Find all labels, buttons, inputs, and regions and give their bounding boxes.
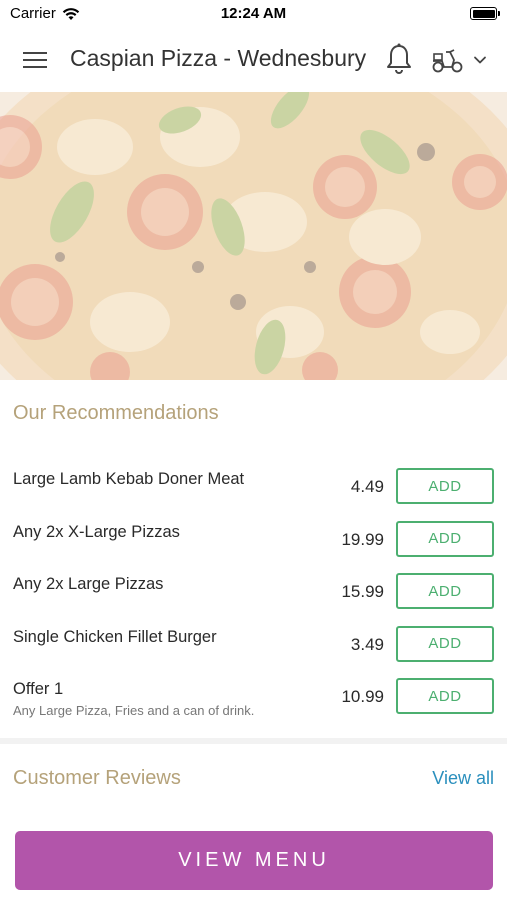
add-button[interactable]: ADD [396, 573, 494, 609]
item-description: Any Large Pizza, Fries and a can of drin… [13, 703, 255, 718]
recommendations-list: Large Lamb Kebab Doner Meat 4.49 ADD Any… [0, 455, 507, 718]
item-price: 4.49 [350, 477, 384, 496]
list-item: Offer 1 Any Large Pizza, Fries and a can… [0, 665, 507, 718]
reviews-heading: Customer Reviews [13, 767, 181, 789]
add-button[interactable]: ADD [396, 468, 494, 504]
add-button[interactable]: ADD [396, 625, 494, 662]
item-name: Any 2x X-Large Pizzas [13, 522, 180, 541]
view-all-link[interactable]: View all [432, 768, 494, 789]
add-button[interactable]: ADD [396, 678, 494, 714]
recommendations-heading: Our Recommendations [13, 402, 219, 424]
scooter-icon[interactable] [430, 46, 464, 74]
chevron-down-icon[interactable] [472, 52, 488, 68]
item-price: 3.49 [350, 634, 384, 654]
item-price: 19.99 [341, 529, 384, 549]
pizza-hero-image [0, 92, 507, 380]
list-item: Large Lamb Kebab Doner Meat 4.49 ADD [0, 455, 507, 508]
add-button[interactable]: ADD [396, 520, 494, 557]
battery-icon [470, 7, 500, 20]
page-title: Caspian Pizza - Wednesbury [70, 45, 367, 71]
clock: 12:24 AM [220, 5, 287, 22]
item-price: 10.99 [341, 687, 384, 706]
item-name: Single Chicken Fillet Burger [13, 627, 217, 646]
item-name: Any 2x Large Pizzas [13, 575, 164, 593]
list-item: Any 2x Large Pizzas 15.99 ADD [0, 560, 507, 613]
item-name: Offer 1 [13, 680, 64, 698]
item-name: Large Lamb Kebab Doner Meat [13, 470, 245, 488]
bell-icon[interactable] [384, 42, 414, 76]
list-item: Single Chicken Fillet Burger 3.49 ADD [0, 613, 507, 666]
hamburger-menu-icon[interactable] [22, 50, 48, 70]
app-header: Caspian Pizza - Wednesbury [0, 28, 507, 92]
section-divider [0, 738, 507, 744]
list-item: Any 2x X-Large Pizzas 19.99 ADD [0, 508, 507, 561]
status-bar: Carrier 12:24 AM [0, 0, 507, 28]
view-menu-button[interactable]: VIEW MENU [15, 831, 493, 890]
item-price: 15.99 [341, 582, 384, 601]
